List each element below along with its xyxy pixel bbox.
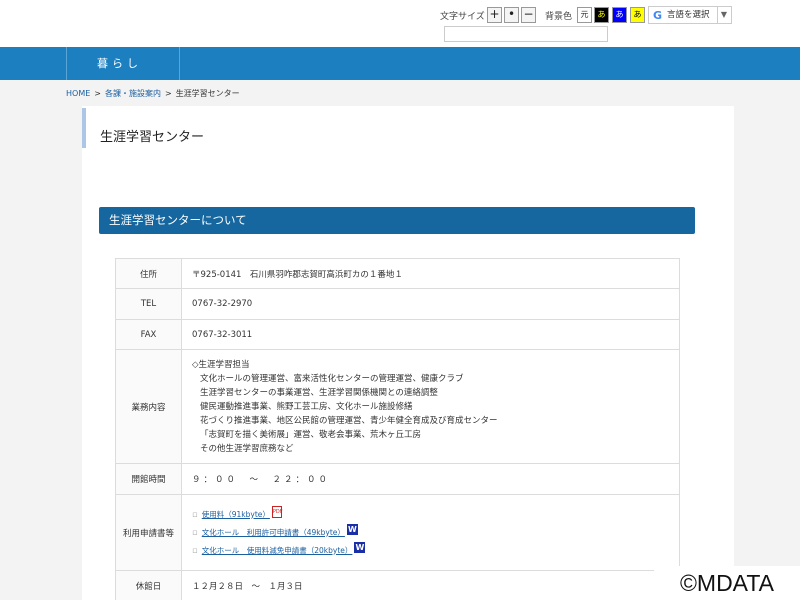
font-size-reset-button[interactable]: •	[504, 7, 519, 23]
list-item: ▫ 文化ホール 利用許可申請書（49kbyte） W	[192, 523, 679, 542]
chevron-down-icon: ▼	[716, 7, 727, 23]
fax-label: FAX	[115, 319, 182, 350]
duty-line: 「志賀町を描く美術展」運営、敬老会事業、荒木ヶ丘工房	[200, 429, 422, 440]
top-utility-bar: 文字サイズ + • − 背景色 元 あ あ あ G 言語を選択 ▼	[0, 0, 800, 47]
google-icon: G	[653, 9, 663, 22]
fax-value: 0767-32-3011	[181, 319, 680, 350]
language-select[interactable]: G 言語を選択 ▼	[648, 6, 732, 24]
bg-black-button[interactable]: あ	[594, 7, 609, 23]
search-input[interactable]	[444, 26, 608, 42]
bullet-icon: ▫	[192, 509, 198, 520]
duty-line: 健民運動推進事業、熊野工芸工房、文化ホール施設修繕	[200, 401, 413, 412]
title-accent-bar	[82, 108, 86, 148]
hall-fee-exemption-form-link[interactable]: 文化ホール 使用料減免申請書（20kbyte）	[202, 546, 353, 555]
font-size-decrease-button[interactable]: −	[521, 7, 536, 23]
bullet-icon: ▫	[192, 527, 198, 538]
duty-line: ◇生涯学習担当	[192, 359, 250, 370]
usage-fee-pdf-link[interactable]: 使用料（91kbyte）	[202, 510, 270, 519]
pdf-icon: PDF	[271, 505, 283, 518]
breadcrumb-current: 生涯学習センター	[175, 89, 240, 98]
bg-blue-button[interactable]: あ	[612, 7, 627, 23]
table-row: 業務内容 ◇生涯学習担当 文化ホールの管理運営、富来活性化センターの管理運営、健…	[115, 349, 680, 464]
tel-label: TEL	[115, 288, 182, 320]
breadcrumb-separator: >	[94, 89, 101, 98]
table-row: 開館時間 ９：００ ～ ２２：００	[115, 463, 680, 495]
documents-value: ▫ 使用料（91kbyte） PDF ▫ 文化ホール 利用許可申請書（49kbyte）…	[181, 494, 680, 571]
closed-days-value: １２月２８日 ～ １月３日	[181, 570, 680, 600]
address-value: 〒925-0141 石川県羽咋郡志賀町高浜町カの１番地１	[181, 258, 680, 289]
table-row: 休館日 １２月２８日 ～ １月３日	[115, 570, 680, 600]
hall-permit-form-link[interactable]: 文化ホール 利用許可申請書（49kbyte）	[202, 528, 345, 537]
background-color-label: 背景色	[545, 12, 573, 22]
duties-label: 業務内容	[115, 349, 182, 464]
breadcrumb-home-link[interactable]: HOME	[66, 89, 90, 98]
duties-value: ◇生涯学習担当 文化ホールの管理運営、富来活性化センターの管理運営、健康クラブ …	[181, 349, 680, 464]
section-heading: 生涯学習センターについて	[99, 207, 695, 234]
bullet-icon: ▫	[192, 545, 198, 556]
table-row: FAX 0767-32-3011	[115, 319, 680, 350]
font-size-label: 文字サイズ	[440, 12, 485, 22]
watermark: ©MDATA	[654, 566, 800, 600]
list-item: ▫ 文化ホール 使用料減免申請書（20kbyte） W	[192, 541, 679, 560]
word-icon: W	[354, 541, 366, 553]
nav-tab-kurashi[interactable]: 暮らし	[66, 47, 180, 80]
table-row: TEL 0767-32-2970	[115, 288, 680, 320]
tel-value: 0767-32-2970	[181, 288, 680, 320]
breadcrumb-facilities-link[interactable]: 各課・施設案内	[105, 89, 161, 98]
main-nav: 暮らし	[0, 47, 800, 80]
bg-default-button[interactable]: 元	[577, 7, 592, 23]
table-row: 住所 〒925-0141 石川県羽咋郡志賀町高浜町カの１番地１	[115, 258, 680, 289]
word-icon: W	[346, 523, 358, 535]
table-row: 利用申請書等 ▫ 使用料（91kbyte） PDF ▫ 文化ホール 利用許可申請書（4…	[115, 494, 680, 571]
duty-line: 生涯学習センターの事業運営、生涯学習関係機関との連絡調整	[200, 387, 438, 398]
duty-line: 花づくり推進事業、地区公民館の管理運営、青少年健全育成及び育成センター	[200, 415, 498, 426]
duty-line: その他生涯学習庶務など	[200, 443, 294, 454]
breadcrumb-separator: >	[164, 89, 172, 98]
hours-label: 開館時間	[115, 463, 182, 495]
bg-yellow-button[interactable]: あ	[630, 7, 645, 23]
closed-days-label: 休館日	[115, 570, 182, 600]
hours-value: ９：００ ～ ２２：００	[181, 463, 680, 495]
facility-info-table: 住所 〒925-0141 石川県羽咋郡志賀町高浜町カの１番地１ TEL 0767…	[115, 258, 680, 600]
list-item: ▫ 使用料（91kbyte） PDF	[192, 505, 679, 524]
font-size-increase-button[interactable]: +	[487, 7, 502, 23]
page-title: 生涯学習センター	[100, 130, 205, 145]
documents-label: 利用申請書等	[115, 494, 182, 571]
language-select-label: 言語を選択	[667, 10, 710, 20]
breadcrumb: HOME > 各課・施設案内 > 生涯学習センター	[66, 88, 240, 99]
address-label: 住所	[115, 258, 182, 289]
duty-line: 文化ホールの管理運営、富来活性化センターの管理運営、健康クラブ	[200, 373, 464, 384]
